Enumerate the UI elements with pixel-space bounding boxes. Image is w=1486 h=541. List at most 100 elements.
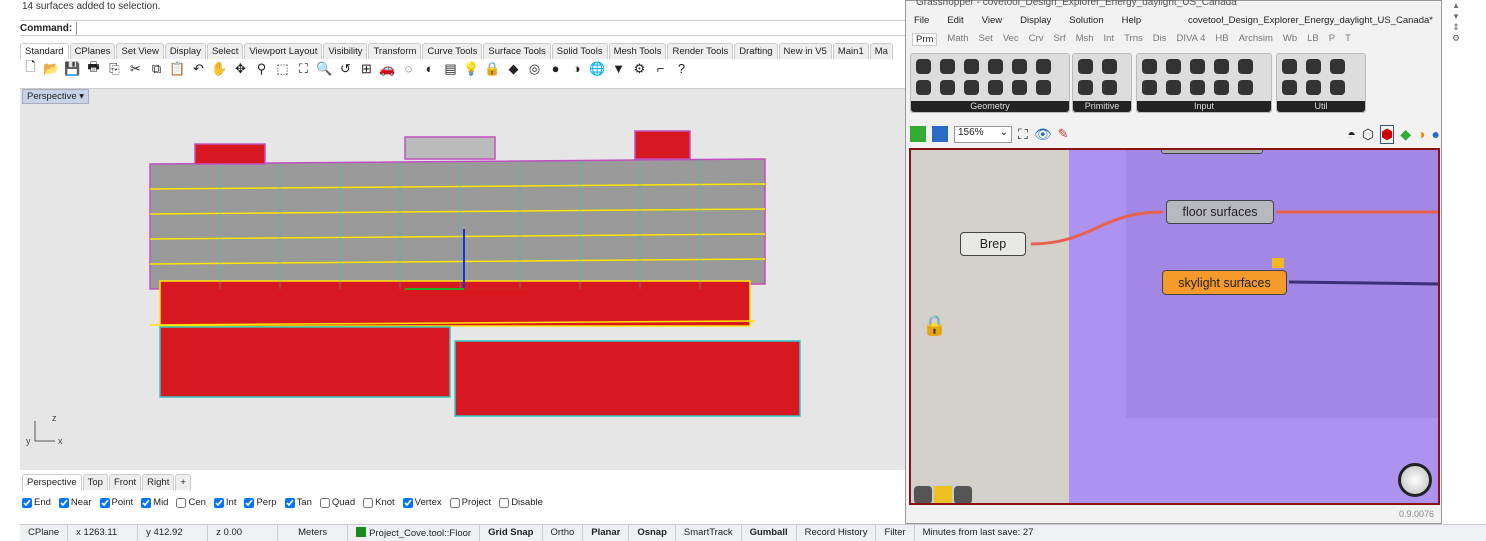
open-folder-icon[interactable]: 📂 — [43, 60, 60, 77]
gh-tab-15[interactable]: P — [1329, 33, 1335, 46]
pan-icon[interactable]: ✋ — [211, 60, 228, 77]
gh-tab-4[interactable]: Crv — [1029, 33, 1044, 46]
gh-tab-8[interactable]: Trns — [1124, 33, 1143, 46]
gh-tab-10[interactable]: DIVA 4 — [1177, 33, 1206, 46]
component-icon[interactable] — [1238, 80, 1253, 95]
tab-drafting[interactable]: Drafting — [734, 43, 778, 59]
component-icon[interactable] — [1166, 80, 1181, 95]
osnap-cen[interactable]: Cen — [176, 497, 206, 508]
osnap-checkbox[interactable] — [141, 497, 152, 508]
osnap-project[interactable]: Project — [449, 497, 491, 508]
component-icon[interactable] — [1142, 59, 1157, 74]
tab-viewport-layout[interactable]: Viewport Layout — [244, 43, 323, 59]
component-icon[interactable] — [964, 59, 979, 74]
gh-tab-16[interactable]: T — [1345, 33, 1351, 46]
open-icon[interactable] — [910, 126, 926, 142]
component-icon[interactable] — [1238, 59, 1253, 74]
osnap-checkbox[interactable] — [319, 497, 330, 508]
solver-dial-icon[interactable] — [1398, 463, 1432, 497]
tab-surface-tools[interactable]: Surface Tools — [483, 43, 551, 59]
menu-file[interactable]: File — [914, 15, 929, 26]
osnap-checkbox[interactable] — [402, 497, 413, 508]
osnap-checkbox[interactable] — [213, 497, 224, 508]
toggle-osnap[interactable]: Osnap — [629, 525, 676, 541]
osnap-vertex[interactable]: Vertex — [402, 497, 442, 508]
import-icon[interactable]: ⎘ — [106, 60, 123, 77]
toggle-ortho[interactable]: Ortho — [543, 525, 584, 541]
cplane-label[interactable]: CPlane — [20, 525, 69, 541]
component-icon[interactable] — [940, 59, 955, 74]
tab-display[interactable]: Display — [164, 43, 206, 59]
osnap-tan[interactable]: Tan — [284, 497, 312, 508]
viewport-tab-0[interactable]: Perspective — [22, 474, 82, 490]
preview-wire-icon[interactable]: ⬡ — [1362, 126, 1374, 143]
tab-ma[interactable]: Ma — [869, 43, 893, 59]
scroll-arrows[interactable]: ▴ ▾ ⇕ ⚙ — [1448, 0, 1464, 60]
osnap-checkbox[interactable] — [449, 497, 460, 508]
component-icon[interactable] — [1330, 80, 1345, 95]
component-icon[interactable] — [1078, 80, 1093, 95]
gh-tab-12[interactable]: Archsim — [1239, 33, 1273, 46]
menu-edit[interactable]: Edit — [947, 15, 963, 26]
viewports-icon[interactable]: ⊞ — [358, 60, 375, 77]
component-icon[interactable] — [964, 80, 979, 95]
component-icon[interactable] — [916, 80, 931, 95]
osnap-knot[interactable]: Knot — [363, 497, 395, 508]
osnap-mid[interactable]: Mid — [141, 497, 168, 508]
osnap-checkbox[interactable] — [22, 497, 32, 508]
zoom-select[interactable]: 156% ⌄ — [954, 125, 1012, 143]
component-icon[interactable] — [1036, 80, 1051, 95]
component-icon[interactable] — [1306, 59, 1321, 74]
preview-mesh-icon[interactable]: ◑ — [1417, 126, 1425, 142]
gh-tab-11[interactable]: HB — [1215, 33, 1228, 46]
component-icon[interactable] — [1012, 59, 1027, 74]
tab-new-in-v5[interactable]: New in V5 — [778, 43, 832, 59]
osnap-near[interactable]: Near — [58, 497, 92, 508]
osnap-perp[interactable]: Perp — [244, 497, 277, 508]
floor-surfaces-node[interactable]: floor surfaces — [1166, 200, 1274, 224]
toggle-record-history[interactable]: Record History — [797, 525, 877, 541]
menu-display[interactable]: Display — [1020, 15, 1051, 26]
zoom-window-icon[interactable]: ⬚ — [274, 60, 291, 77]
cut-icon[interactable]: ✂ — [127, 60, 144, 77]
options-icon[interactable]: ⚙ — [631, 60, 648, 77]
zoom-extents-icon[interactable]: ⛶ — [1018, 126, 1028, 143]
viewport-title[interactable]: Perspective ▾ — [22, 89, 90, 104]
gh-tab-5[interactable]: Srf — [1053, 33, 1065, 46]
sketch-icon[interactable]: ✎ — [1058, 126, 1069, 142]
undo-icon[interactable]: ↶ — [190, 60, 207, 77]
show-icon[interactable]: ◐ — [421, 60, 438, 77]
gh-tab-1[interactable]: Math — [947, 33, 968, 46]
save-icon[interactable]: 💾 — [64, 60, 81, 77]
toggle-smarttrack[interactable]: SmartTrack — [676, 525, 742, 541]
component-icon[interactable] — [1330, 59, 1345, 74]
command-input[interactable] — [76, 21, 905, 35]
viewport-tab-4[interactable]: + — [175, 474, 191, 490]
zoom-icon[interactable]: ⚲ — [253, 60, 270, 77]
osnap-checkbox[interactable] — [99, 497, 110, 508]
component-icon[interactable] — [1282, 59, 1297, 74]
zoom-extents-icon[interactable]: ⛶ — [295, 60, 312, 77]
osnap-int[interactable]: Int — [213, 497, 236, 508]
globe-icon[interactable]: 🌐 — [589, 60, 606, 77]
component-icon[interactable] — [940, 80, 955, 95]
spiral-icon[interactable] — [954, 486, 972, 503]
rotate-icon[interactable]: ✥ — [232, 60, 249, 77]
skylight-surfaces-node[interactable]: skylight surfaces — [1162, 270, 1287, 295]
hide-icon[interactable]: ◌ — [400, 60, 417, 77]
sketch-widget-icon[interactable] — [934, 486, 952, 503]
toggle-grid-snap[interactable]: Grid Snap — [480, 525, 543, 541]
component-icon[interactable] — [1214, 59, 1229, 74]
perspective-viewport[interactable]: z x y — [20, 88, 905, 470]
component-icon[interactable] — [1036, 59, 1051, 74]
current-layer[interactable]: Project_Cove.tool::Floor — [348, 525, 481, 541]
component-icon[interactable] — [1142, 80, 1157, 95]
grasshopper-canvas[interactable]: Brep floor surfaces skylight surfaces 🔒 — [909, 148, 1440, 505]
osnap-checkbox[interactable] — [176, 497, 187, 508]
toggle-gumball[interactable]: Gumball — [742, 525, 797, 541]
osnap-checkbox[interactable] — [284, 497, 295, 508]
gh-tab-3[interactable]: Vec — [1003, 33, 1019, 46]
viewport-tab-2[interactable]: Front — [108, 474, 142, 490]
help-icon[interactable]: ? — [673, 60, 690, 77]
viewport-tab-1[interactable]: Top — [82, 474, 108, 490]
